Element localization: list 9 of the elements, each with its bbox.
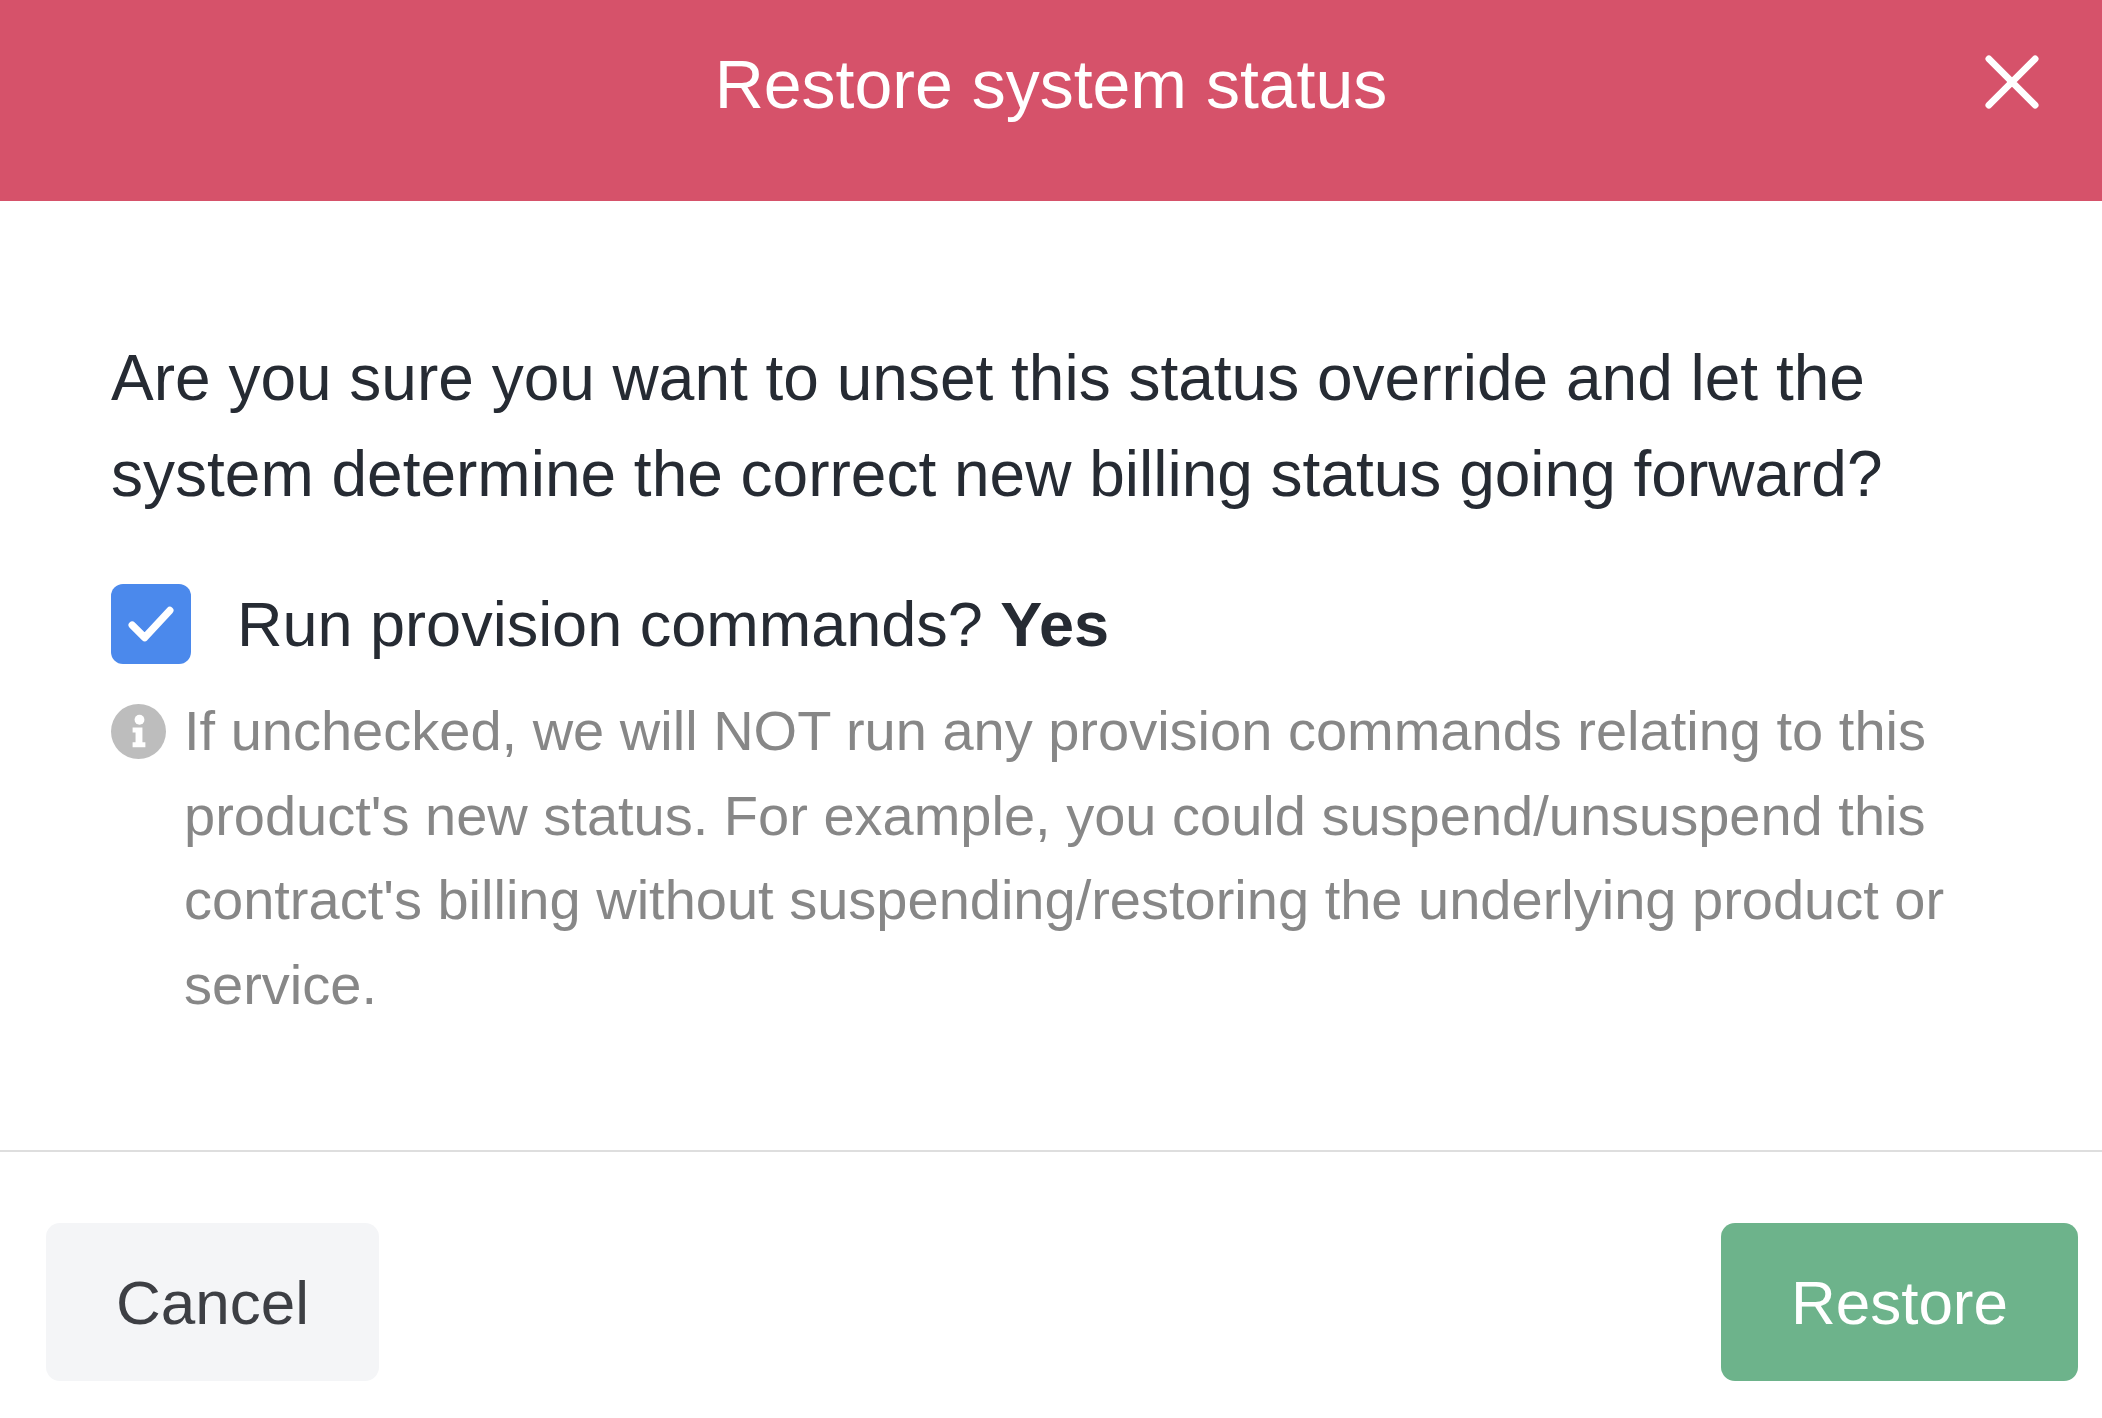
checkbox-label: Run provision commands? Yes — [237, 588, 1109, 661]
info-icon — [111, 704, 166, 759]
checkbox[interactable] — [111, 584, 191, 664]
confirmation-message: Are you sure you want to unset this status override and let the system determine the correct new billing status going forward? — [111, 341, 1884, 512]
cancel-button[interactable]: Cancel — [46, 1223, 379, 1381]
hint-text: If unchecked, we will NOT run any provision commands relating to this product's new status. For example, you could suspend/unsuspend this contract's billing without suspending/restoring the underlying product or service. — [184, 698, 1946, 1018]
dialog-title: Restore system status — [714, 45, 1388, 124]
checkmark-icon — [128, 606, 174, 642]
close-icon — [1985, 55, 2039, 109]
